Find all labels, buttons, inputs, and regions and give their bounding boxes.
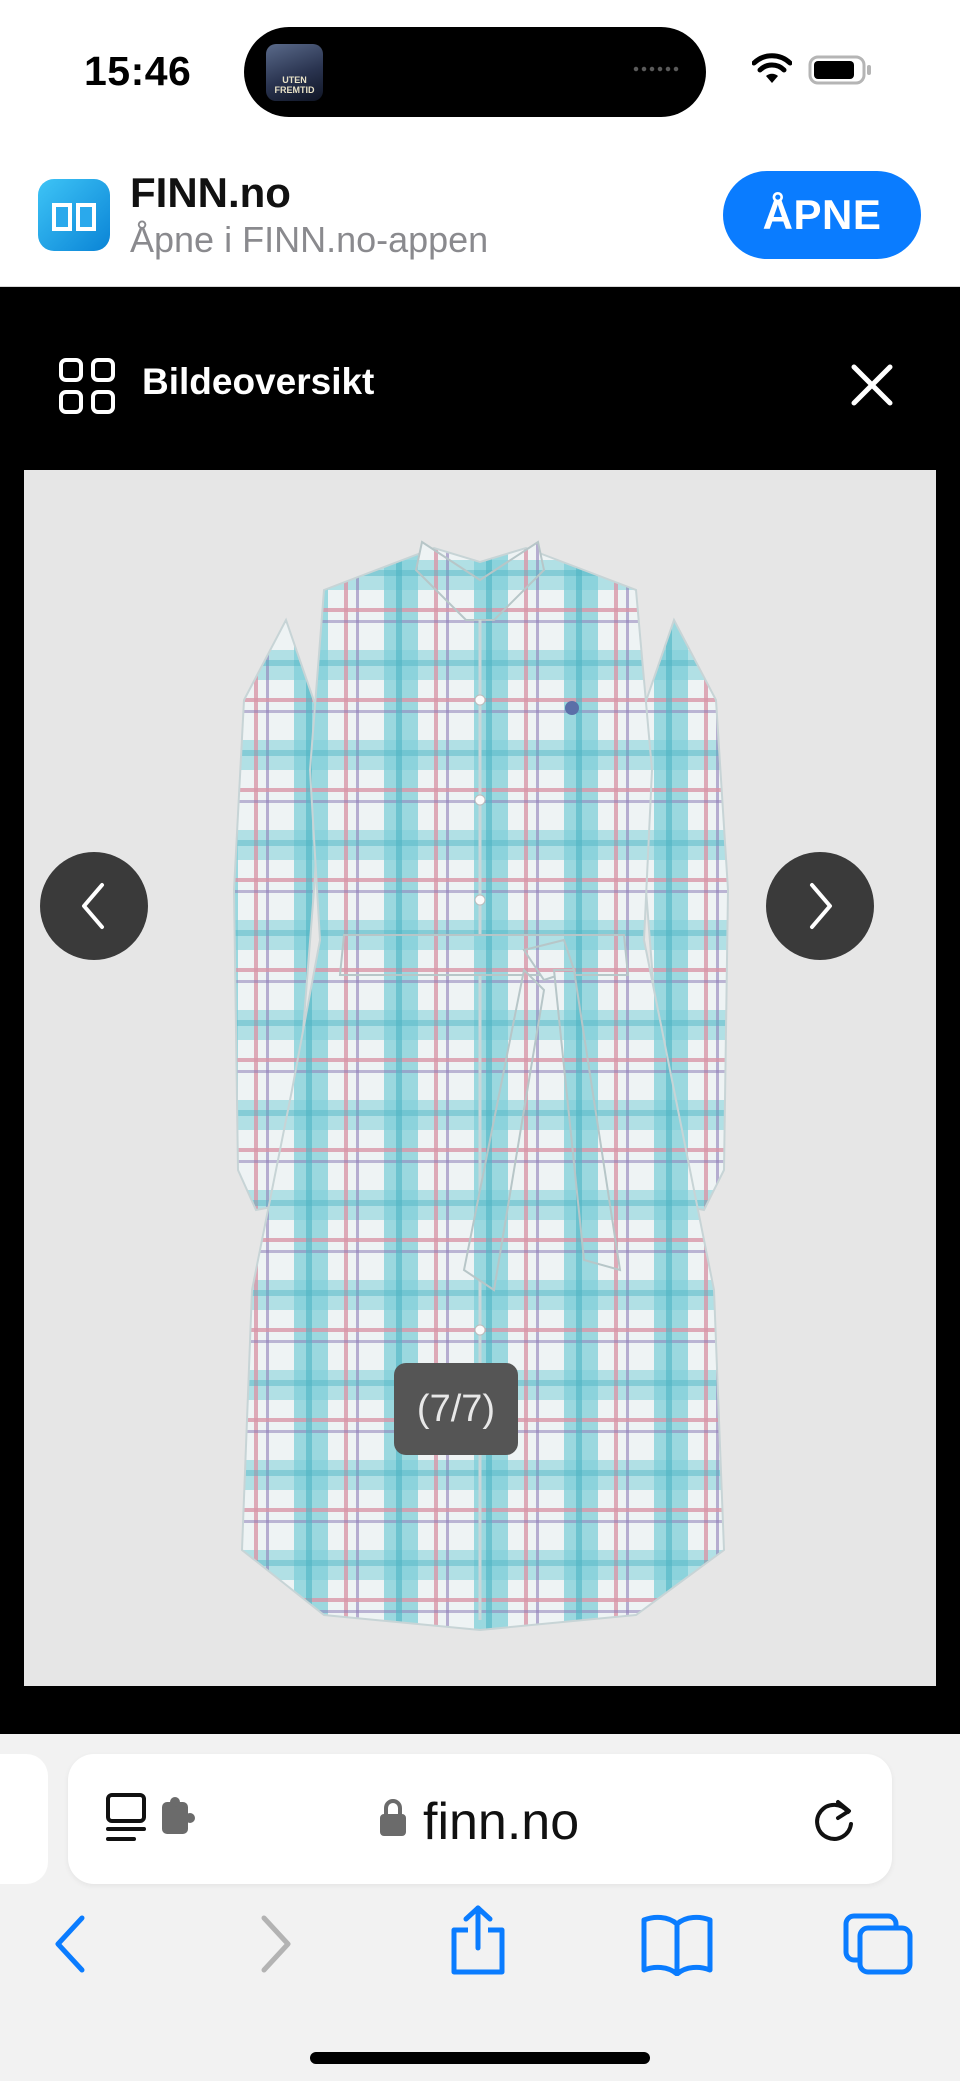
plaid-dress-image: [232, 540, 730, 1632]
forward-icon[interactable]: [254, 1912, 298, 1976]
reader-icon[interactable]: [104, 1792, 196, 1844]
bookmarks-icon[interactable]: [640, 1912, 714, 1976]
address-bar[interactable]: finn.no: [68, 1754, 892, 1884]
close-icon[interactable]: [848, 361, 896, 409]
app-subtitle: Åpne i FINN.no-appen: [130, 219, 489, 260]
open-app-button[interactable]: ÅPNE: [723, 171, 921, 259]
share-icon[interactable]: [446, 1904, 510, 1976]
artwork-title: UTEN FREMTID: [274, 75, 315, 95]
finn-app-icon: [38, 179, 110, 251]
now-playing-artwork[interactable]: UTEN FREMTID: [266, 44, 323, 101]
extension-icon: [162, 1797, 195, 1834]
address-domain: finn.no: [423, 1793, 580, 1851]
previous-image-button[interactable]: [40, 852, 148, 960]
chevron-right-icon: [810, 883, 832, 929]
image-gallery: Bildeoversikt (7/7): [0, 287, 960, 1734]
next-image-button[interactable]: [766, 852, 874, 960]
product-image[interactable]: [24, 470, 936, 1686]
image-counter: (7/7): [394, 1363, 518, 1455]
lock-icon: [380, 1799, 406, 1836]
app-name: FINN.no: [130, 169, 291, 216]
back-icon[interactable]: [48, 1912, 92, 1976]
status-time: 15:46: [84, 48, 192, 94]
grid-icon[interactable]: [58, 357, 116, 415]
home-indicator: [310, 2052, 650, 2064]
tabs-icon[interactable]: [842, 1912, 914, 1976]
wifi-icon: [752, 53, 792, 83]
audio-activity-indicator: [632, 66, 680, 72]
reload-icon[interactable]: [808, 1794, 860, 1846]
status-bar: 15:46 UTEN FREMTID: [0, 0, 960, 145]
battery-icon: [808, 55, 871, 85]
chevron-left-icon: [82, 883, 104, 929]
previous-tab-preview[interactable]: [0, 1754, 48, 1884]
gallery-title[interactable]: Bildeoversikt: [142, 361, 374, 403]
smart-app-banner: FINN.no Åpne i FINN.no-appen ÅPNE: [0, 145, 960, 287]
